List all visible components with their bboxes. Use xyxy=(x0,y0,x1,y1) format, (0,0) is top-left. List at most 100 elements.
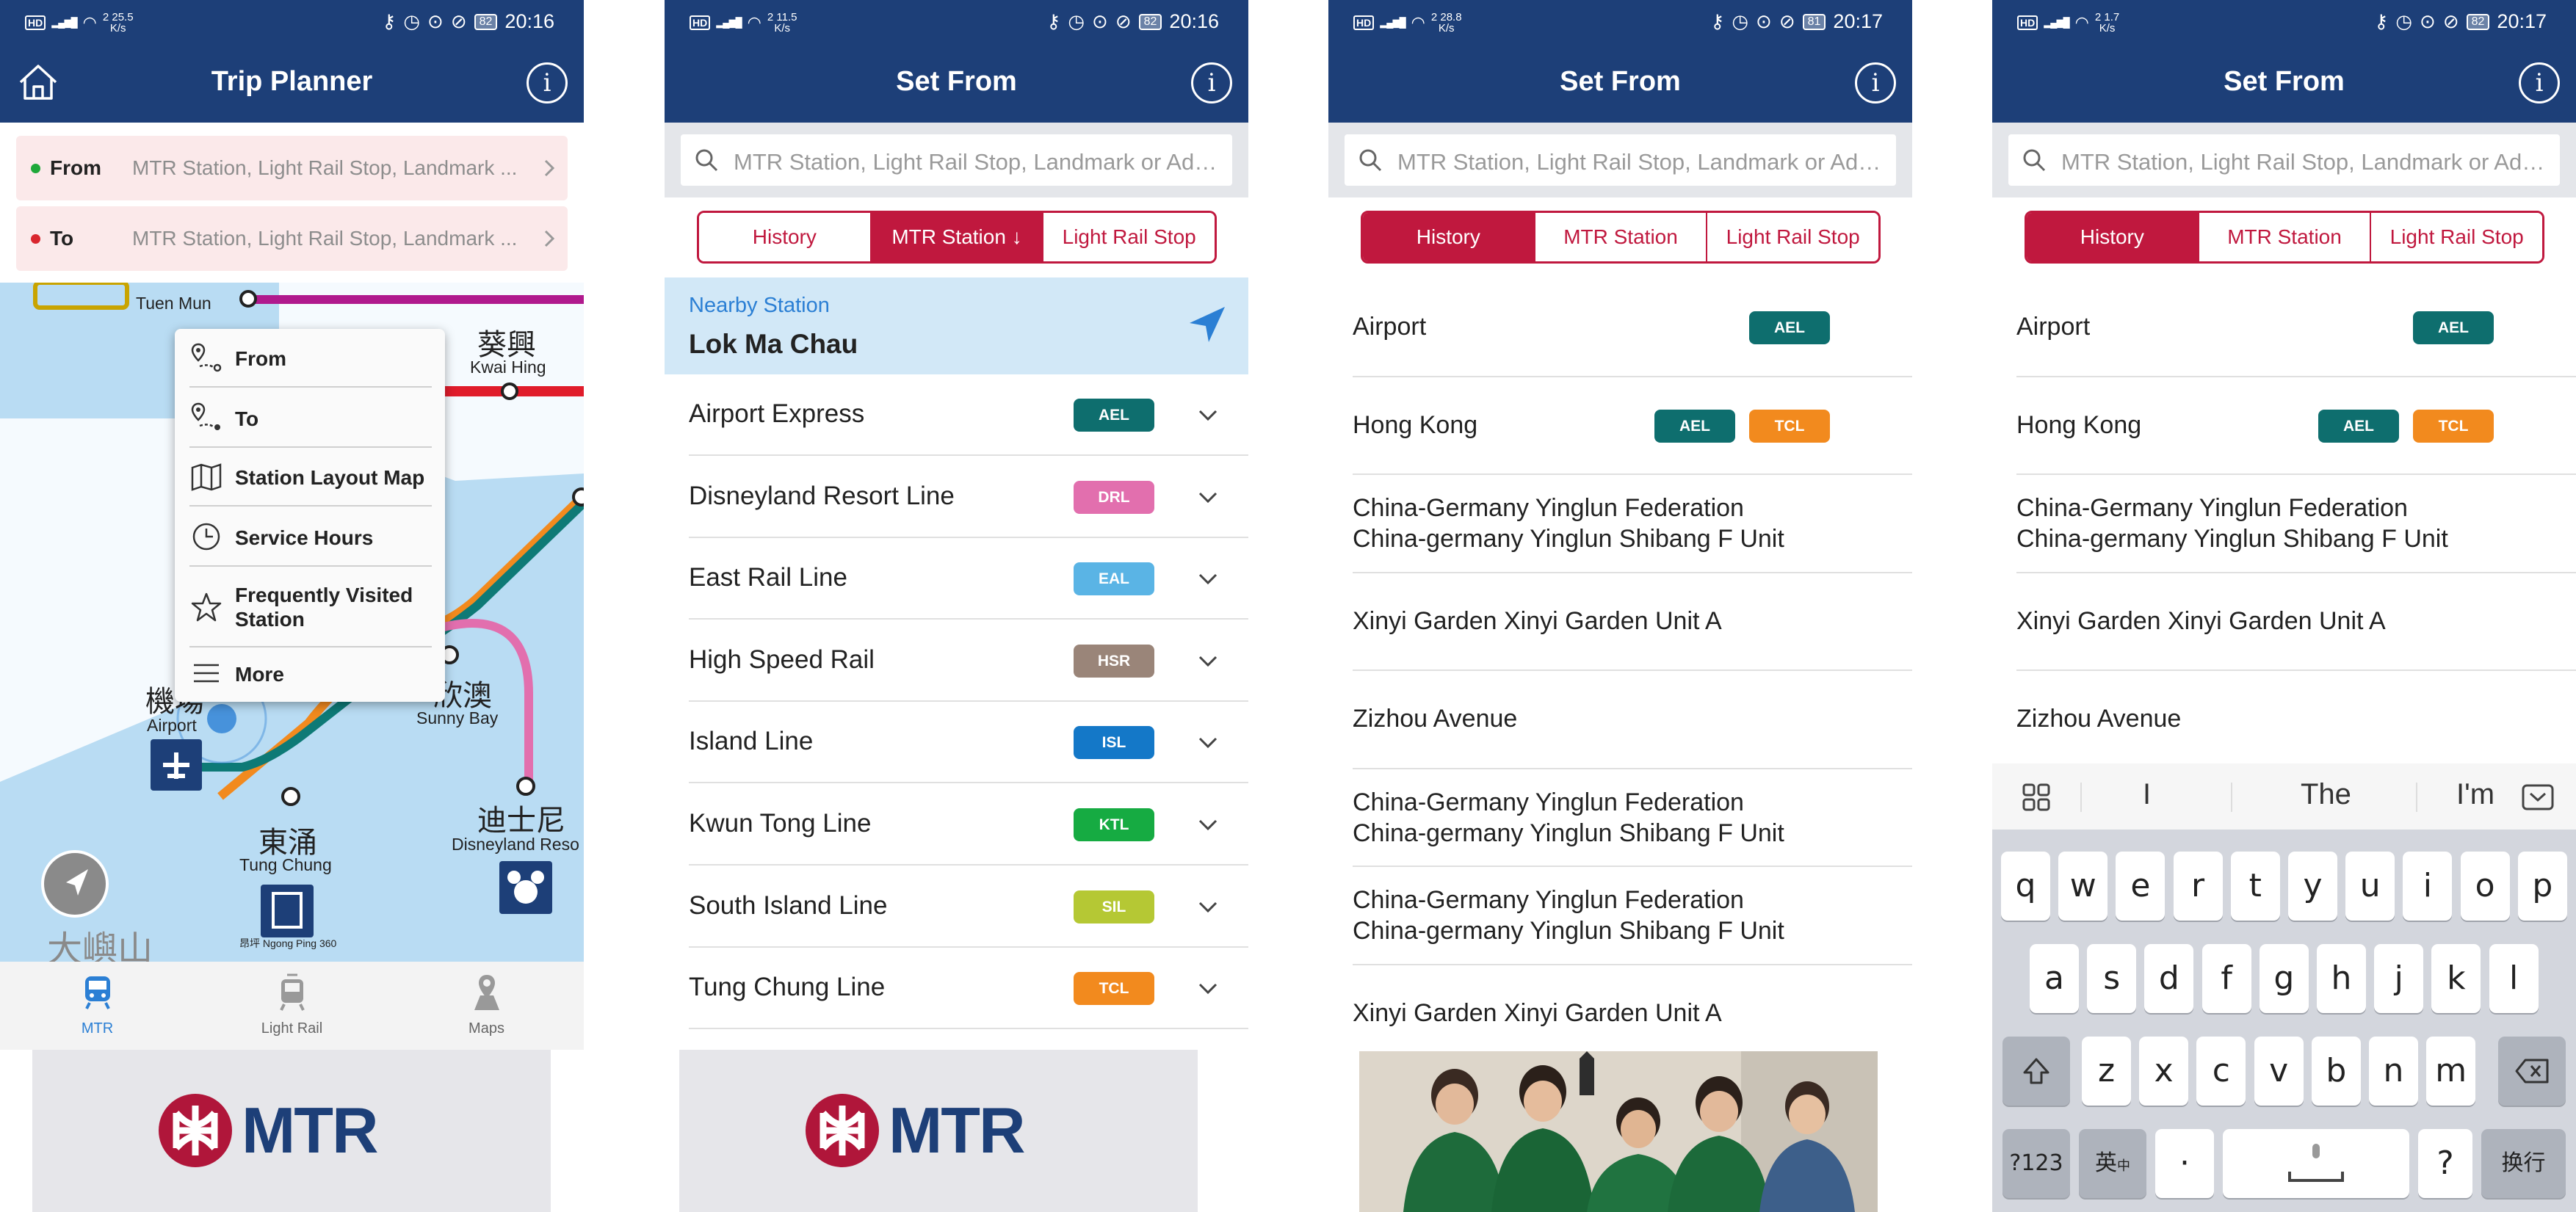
key-i[interactable]: i xyxy=(2403,852,2453,921)
nearby-station[interactable]: Nearby Station Lok Ma Chau xyxy=(665,277,1248,374)
history-item[interactable]: China-Germany Yinglun Federation China-ge… xyxy=(2016,475,2576,573)
key-d[interactable]: d xyxy=(2144,944,2194,1013)
line-row[interactable]: East Rail Line EAL xyxy=(689,538,1248,620)
nav-tab-mtr[interactable]: MTR xyxy=(0,962,195,1050)
history-item[interactable]: Zizhou Avenue xyxy=(2016,671,2576,763)
mtr-banner-ad[interactable]: MTR xyxy=(679,1050,1198,1212)
chevron-down-icon[interactable] xyxy=(1197,487,1219,509)
nav-tab-maps[interactable]: Maps xyxy=(389,962,584,1050)
space-key[interactable] xyxy=(2223,1129,2409,1198)
period-key[interactable]: · xyxy=(2155,1129,2214,1198)
menu-item-from[interactable]: From xyxy=(189,329,432,388)
key-w[interactable]: w xyxy=(2058,852,2108,921)
menu-item-to[interactable]: To xyxy=(189,388,432,448)
info-icon[interactable]: i xyxy=(2519,62,2560,104)
menu-item-station-layout-map[interactable]: Station Layout Map xyxy=(189,448,432,507)
key-k[interactable]: k xyxy=(2431,944,2481,1013)
backspace-key[interactable] xyxy=(2498,1037,2566,1106)
tab-history[interactable]: History xyxy=(2027,213,2198,261)
tab-mtr-station[interactable]: MTR Station xyxy=(2197,213,2370,261)
line-row[interactable]: Kwun Tong Line KTL xyxy=(689,784,1248,866)
key-j[interactable]: j xyxy=(2374,944,2424,1013)
menu-item-service-hours[interactable]: Service Hours xyxy=(189,507,432,567)
tab-history[interactable]: History xyxy=(1363,213,1534,261)
chevron-down-icon[interactable] xyxy=(1197,732,1219,754)
key-z[interactable]: z xyxy=(2082,1037,2131,1106)
tab-light-rail-stop[interactable]: Light Rail Stop xyxy=(2370,213,2542,261)
question-key[interactable]: ? xyxy=(2418,1129,2472,1198)
key-y[interactable]: y xyxy=(2288,852,2337,921)
key-t[interactable]: t xyxy=(2230,852,2280,921)
keyboard-menu-icon[interactable] xyxy=(2022,783,2051,812)
history-item[interactable]: Xinyi Garden Xinyi Garden Unit A xyxy=(1353,573,1912,671)
chevron-down-icon[interactable] xyxy=(1197,978,1219,1000)
history-item[interactable]: Hong Kong AEL TCL xyxy=(2016,377,2576,475)
mtr-banner-ad[interactable]: MTR xyxy=(32,1050,551,1212)
shift-key[interactable] xyxy=(2002,1037,2070,1106)
key-p[interactable]: p xyxy=(2517,852,2567,921)
history-item[interactable]: Airport AEL xyxy=(2016,279,2576,377)
key-s[interactable]: s xyxy=(2087,944,2137,1013)
chevron-down-icon[interactable] xyxy=(1197,568,1219,590)
key-l[interactable]: l xyxy=(2489,944,2539,1013)
key-h[interactable]: h xyxy=(2317,944,2366,1013)
enter-key[interactable]: 换行 xyxy=(2481,1129,2566,1198)
history-item[interactable]: China-Germany Yinglun Federation China-ge… xyxy=(1353,475,1912,573)
history-item[interactable]: Airport AEL xyxy=(1353,279,1912,377)
history-item[interactable]: China-Germany Yinglun Federation China-ge… xyxy=(1353,769,1912,867)
key-o[interactable]: o xyxy=(2460,852,2510,921)
from-field[interactable]: From MTR Station, Light Rail Stop, Landm… xyxy=(16,136,568,200)
chevron-down-icon[interactable] xyxy=(1197,650,1219,672)
line-row[interactable]: Disneyland Resort Line DRL xyxy=(689,457,1248,538)
info-icon[interactable]: i xyxy=(527,62,568,104)
history-item[interactable]: China-Germany Yinglun Federation China-ge… xyxy=(1353,867,1912,965)
locate-me-button[interactable] xyxy=(41,850,109,918)
info-icon[interactable]: i xyxy=(1855,62,1896,104)
line-row[interactable]: High Speed Rail HSR xyxy=(689,620,1248,702)
chevron-down-icon[interactable] xyxy=(1197,404,1219,427)
key-g[interactable]: g xyxy=(2259,944,2309,1013)
key-a[interactable]: a xyxy=(2030,944,2079,1013)
search-input[interactable]: MTR Station, Light Rail Stop, Landmark o… xyxy=(2008,134,2560,186)
tab-mtr-station[interactable]: MTR Station xyxy=(1533,213,1707,261)
tab-light-rail-stop[interactable]: Light Rail Stop xyxy=(1706,213,1878,261)
key-m[interactable]: m xyxy=(2426,1037,2476,1106)
chevron-down-icon[interactable] xyxy=(1197,896,1219,918)
key-x[interactable]: x xyxy=(2139,1037,2189,1106)
suggestion-word[interactable]: The xyxy=(2301,778,2351,811)
language-key[interactable]: 英中 xyxy=(2079,1129,2146,1198)
nav-tab-light-rail[interactable]: Light Rail xyxy=(195,962,389,1050)
hide-keyboard-icon[interactable] xyxy=(2522,784,2554,810)
key-e[interactable]: e xyxy=(2116,852,2166,921)
history-item[interactable]: Zizhou Avenue xyxy=(1353,671,1912,769)
history-item[interactable]: Xinyi Garden Xinyi Garden Unit A xyxy=(2016,573,2576,671)
chevron-down-icon[interactable] xyxy=(1197,814,1219,836)
search-input[interactable]: MTR Station, Light Rail Stop, Landmark o… xyxy=(1345,134,1896,186)
key-f[interactable]: f xyxy=(2201,944,2251,1013)
line-row[interactable]: South Island Line SIL xyxy=(689,866,1248,948)
numbers-key[interactable]: ?123 xyxy=(2002,1129,2070,1198)
suggestion-word[interactable]: I'm xyxy=(2456,778,2494,811)
info-icon[interactable]: i xyxy=(1191,62,1232,104)
tab-light-rail-stop[interactable]: Light Rail Stop xyxy=(1042,213,1215,261)
history-item[interactable]: Hong Kong AEL TCL xyxy=(1353,377,1912,475)
line-row[interactable]: Tung Chung Line TCL xyxy=(689,948,1248,1030)
search-input[interactable]: MTR Station, Light Rail Stop, Landmark o… xyxy=(681,134,1232,186)
history-item[interactable]: Xinyi Garden Xinyi Garden Unit A xyxy=(1353,965,1912,1052)
line-row[interactable]: Airport Express AEL xyxy=(689,374,1248,456)
line-row[interactable]: Island Line ISL xyxy=(689,702,1248,784)
key-u[interactable]: u xyxy=(2345,852,2395,921)
menu-item-frequently-visited[interactable]: Frequently Visited Station xyxy=(189,567,432,647)
key-v[interactable]: v xyxy=(2254,1037,2304,1106)
tab-mtr-station[interactable]: MTR Station ↓ xyxy=(869,213,1043,261)
navigation-arrow-icon[interactable] xyxy=(1185,304,1228,346)
to-field[interactable]: To MTR Station, Light Rail Stop, Landmar… xyxy=(16,206,568,271)
promo-photo[interactable] xyxy=(1359,1051,1878,1212)
key-n[interactable]: n xyxy=(2369,1037,2418,1106)
key-q[interactable]: q xyxy=(2001,852,2050,921)
key-b[interactable]: b xyxy=(2311,1037,2361,1106)
key-r[interactable]: r xyxy=(2173,852,2223,921)
menu-item-more[interactable]: More xyxy=(189,647,432,702)
key-c[interactable]: c xyxy=(2196,1037,2246,1106)
tab-history[interactable]: History xyxy=(699,213,870,261)
